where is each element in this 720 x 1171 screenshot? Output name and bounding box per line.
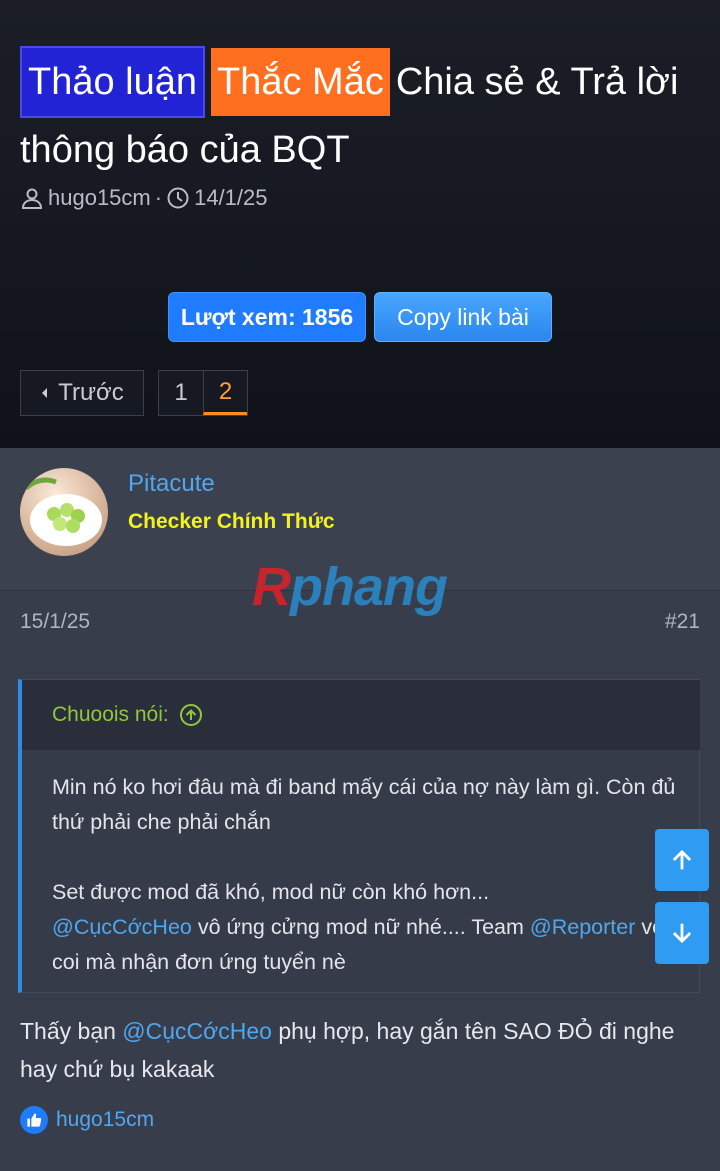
quote-body: Min nó ko hơi đâu mà đi band mấy cái của… bbox=[52, 770, 692, 980]
quote-line-3: @CụcCớcHeo vô ứng cửng mod nữ nhé.... Te… bbox=[52, 910, 692, 980]
reaction-user[interactable]: hugo15cm bbox=[56, 1108, 154, 1132]
thread-header: Thảo luận Thắc Mắc Chia sẻ & Trả lời thông… bbox=[0, 0, 720, 448]
post-date[interactable]: 15/1/25 bbox=[20, 610, 90, 634]
page-1[interactable]: 1 bbox=[159, 371, 203, 415]
quote-author: Chuoois nói: bbox=[52, 703, 169, 726]
post-user-title: Checker Chính Thức bbox=[128, 510, 335, 533]
prev-label: Trước bbox=[58, 379, 124, 406]
views-button[interactable]: Lượt xem: 1856 bbox=[168, 292, 366, 342]
scroll-down-button[interactable] bbox=[655, 902, 709, 964]
pagination: 1 2 bbox=[158, 370, 248, 416]
arrow-down-icon bbox=[672, 923, 692, 944]
prefix-thac-mac[interactable]: Thắc Mắc bbox=[211, 48, 390, 116]
reply-text-1: Thấy bạn bbox=[20, 1018, 123, 1044]
quote-block: Chuoois nói: Min nó ko hơi đâu mà đi ban… bbox=[18, 679, 700, 993]
thread-author[interactable]: hugo15cm bbox=[48, 185, 151, 211]
thread-date: 14/1/25 bbox=[194, 185, 268, 210]
quote-line-1: Min nó ko hơi đâu mà đi band mấy cái của… bbox=[52, 775, 676, 834]
reactions-bar[interactable]: hugo15cm bbox=[20, 1106, 154, 1134]
pagination-prev-button[interactable]: Trước bbox=[20, 370, 144, 416]
watermark-rest: phang bbox=[290, 557, 448, 617]
quote-line-2: Set được mod đã khó, mod nữ còn khó hơn.… bbox=[52, 880, 490, 904]
watermark-logo: Rphang bbox=[252, 556, 448, 618]
arrow-up-icon bbox=[672, 849, 692, 870]
avatar[interactable] bbox=[20, 468, 108, 556]
copy-link-button[interactable]: Copy link bài bbox=[374, 292, 552, 342]
user-icon bbox=[21, 188, 43, 209]
post-username[interactable]: Pitacute bbox=[128, 470, 215, 498]
arrow-up-circle-icon[interactable] bbox=[179, 703, 203, 727]
page-2-current[interactable]: 2 bbox=[203, 371, 247, 415]
thread-title: Thảo luận Thắc Mắc Chia sẻ & Trả lời thông… bbox=[20, 46, 700, 182]
watermark-r: R bbox=[252, 557, 291, 617]
quote-text-3: vô ứng cửng mod nữ nhé.... Team bbox=[191, 915, 530, 939]
clock-icon bbox=[167, 187, 189, 209]
mention-reporter[interactable]: @Reporter bbox=[530, 915, 635, 939]
scroll-up-button[interactable] bbox=[655, 829, 709, 891]
mention-cuccocheo[interactable]: @CụcCớcHeo bbox=[52, 915, 192, 939]
reply-mention[interactable]: @CụcCớcHeo bbox=[122, 1018, 272, 1044]
thread-meta: hugo15cm · 14/1/25 bbox=[20, 185, 267, 211]
meta-separator: · bbox=[154, 185, 163, 210]
prefix-thao-luan[interactable]: Thảo luận bbox=[20, 46, 206, 118]
post-number[interactable]: #21 bbox=[665, 610, 700, 634]
post-message: Thấy bạn @CụcCớcHeo phụ hợp, hay gắn tên… bbox=[20, 1012, 700, 1088]
caret-left-icon bbox=[42, 388, 48, 398]
like-icon bbox=[20, 1106, 48, 1134]
quote-header[interactable]: Chuoois nói: bbox=[22, 680, 700, 750]
